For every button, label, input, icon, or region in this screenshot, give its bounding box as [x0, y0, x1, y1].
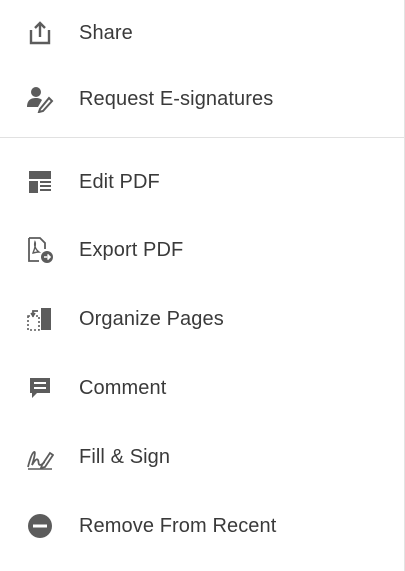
menu-item-label: Export PDF — [79, 238, 184, 261]
fill-sign-icon — [26, 443, 54, 471]
menu-item-export-pdf[interactable]: Export PDF — [0, 224, 400, 276]
menu-item-fill-sign[interactable]: Fill & Sign — [0, 431, 400, 483]
menu-item-label: Fill & Sign — [79, 445, 171, 468]
menu-divider — [0, 137, 404, 138]
menu-item-label: Share — [79, 21, 133, 44]
menu-item-label: Edit PDF — [79, 170, 160, 193]
edit-pdf-icon — [26, 168, 54, 196]
menu-item-share[interactable]: Share — [0, 7, 400, 59]
organize-pages-icon — [26, 305, 54, 333]
context-menu: Share Request E-signatures Edit PDF Expo… — [0, 0, 405, 571]
menu-item-label: Organize Pages — [79, 307, 224, 330]
menu-item-remove-from-recent[interactable]: Remove From Recent — [0, 500, 400, 552]
menu-item-organize-pages[interactable]: Organize Pages — [0, 293, 400, 345]
share-icon — [26, 19, 54, 47]
comment-icon — [26, 374, 54, 402]
menu-item-request-esignatures[interactable]: Request E-signatures — [0, 73, 400, 125]
menu-item-label: Request E-signatures — [79, 87, 274, 110]
menu-item-comment[interactable]: Comment — [0, 362, 400, 414]
export-pdf-icon — [26, 236, 54, 264]
remove-icon — [26, 512, 54, 540]
menu-item-label: Comment — [79, 376, 167, 399]
menu-item-edit-pdf[interactable]: Edit PDF — [0, 156, 400, 208]
menu-item-label: Remove From Recent — [79, 514, 277, 537]
request-esign-icon — [26, 85, 54, 113]
